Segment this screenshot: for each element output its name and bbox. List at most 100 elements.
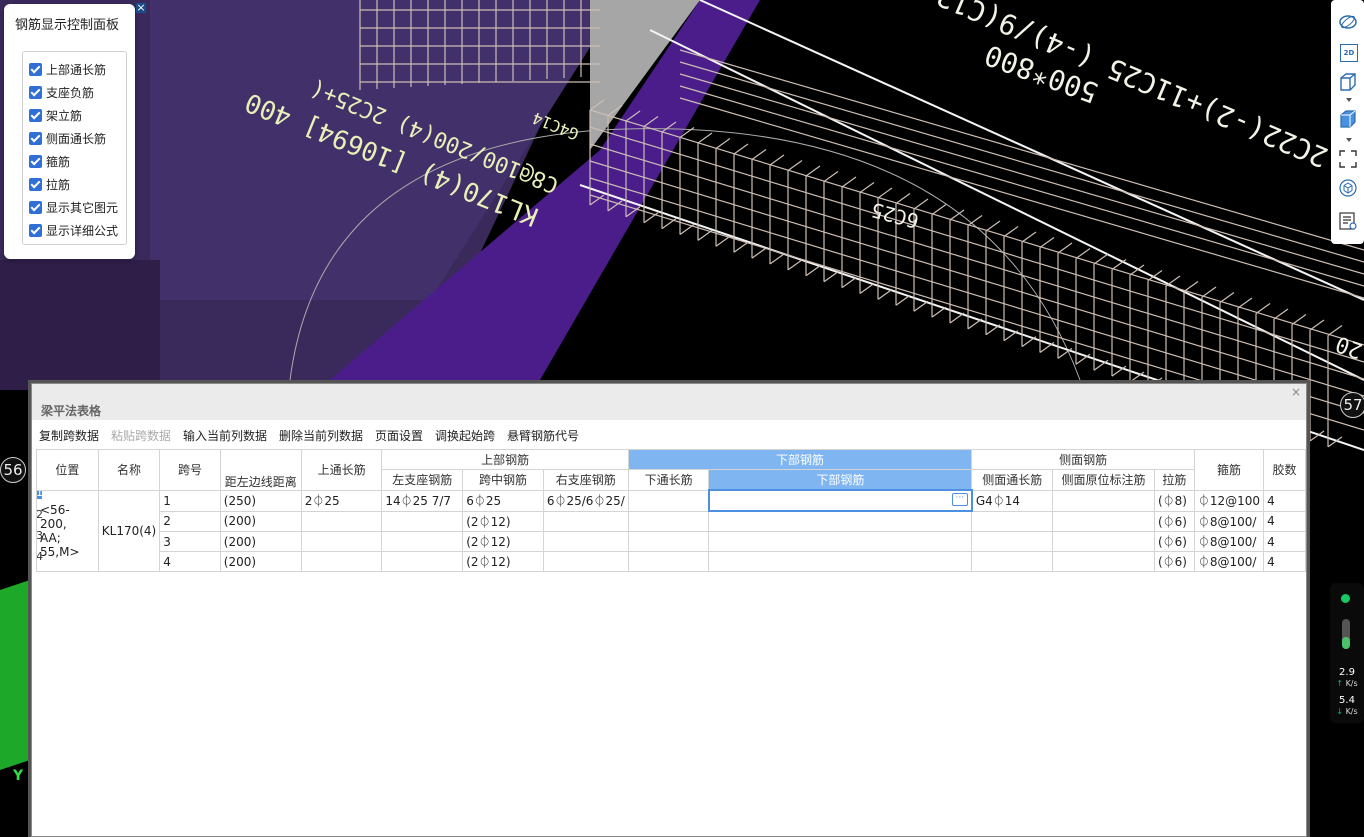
cell-left-dist[interactable]: (200) (219, 531, 302, 552)
cell-mid[interactable]: 6⏀25 (462, 489, 544, 512)
cell-top-cont[interactable] (300, 510, 383, 532)
close-icon[interactable]: × (1291, 385, 1301, 399)
cell-stirrup[interactable]: ⏀8@100/ (1193, 531, 1265, 552)
cell-bottom-cont[interactable] (627, 489, 710, 512)
cell-stirrup[interactable]: ⏀8@100/ (1193, 510, 1265, 532)
menu-item[interactable]: 悬臂钢筋代号 (507, 427, 579, 444)
cell-side-cont[interactable] (971, 531, 1054, 552)
cell-bottom-cont[interactable] (627, 551, 710, 572)
checkbox-checked-icon[interactable] (29, 131, 42, 145)
checkbox-checked-icon[interactable] (29, 62, 42, 76)
cell-bottom-bar[interactable] (708, 531, 973, 552)
grid-bubble-56: 56 (0, 457, 26, 483)
cell-top-cont[interactable]: 2⏀25 (300, 489, 383, 512)
2d-view-icon[interactable]: 2D (1340, 44, 1358, 62)
checkbox-item[interactable]: 上部通长筋 (29, 59, 106, 79)
cell-right-support[interactable] (542, 531, 629, 552)
dialog-titlebar[interactable]: 梁平法表格 × (32, 384, 1306, 420)
cell-side-cont[interactable]: G4⏀14 (971, 489, 1054, 512)
3d-box-icon[interactable] (1338, 72, 1358, 92)
checkbox-checked-icon[interactable] (29, 108, 42, 122)
cell-side-cont[interactable] (971, 551, 1054, 572)
3d-shaded-box-icon[interactable] (1338, 109, 1358, 129)
checkbox-checked-icon[interactable] (29, 200, 42, 214)
cell-position[interactable]: <56-200, AA; 55,M> (36, 489, 99, 572)
cell-tie[interactable]: (⏀6) (1153, 531, 1195, 552)
cell-bottom-cont[interactable] (627, 510, 710, 532)
cell-stirrup[interactable]: ⏀8@100/ (1193, 551, 1265, 572)
menu-item[interactable]: 粘贴跨数据 (111, 427, 171, 444)
cell-span[interactable]: 4 (159, 551, 221, 572)
cell-tie[interactable]: (⏀8) (1153, 489, 1195, 512)
cell-bottom-bar[interactable] (708, 551, 973, 572)
cell-span[interactable]: 2 (159, 510, 221, 532)
rebar-line (931, 306, 947, 318)
cell-limb[interactable]: 4 (1263, 531, 1306, 552)
cell-left-support[interactable] (381, 531, 464, 552)
table-row[interactable]: 3 (200) (2⏀12) (⏀6) ⏀8@100/4 (37, 531, 1306, 552)
cell-top-cont[interactable] (300, 531, 383, 552)
cell-name[interactable]: KL170(4) (97, 489, 161, 572)
table-row[interactable]: 4 (200) (2⏀12) (⏀6) ⏀8@100/4 (37, 551, 1306, 572)
rebar-line (1291, 314, 1307, 325)
checkbox-item[interactable]: 箍筋 (29, 151, 70, 171)
rebar-line (913, 300, 929, 312)
cell-side-orig[interactable] (1052, 551, 1155, 572)
cell-right-support[interactable] (542, 551, 629, 572)
checkbox-item[interactable]: 显示其它图元 (29, 197, 118, 217)
checkbox-item[interactable]: 架立筋 (29, 105, 82, 125)
cell-stirrup[interactable]: ⏀12@100 (1193, 489, 1265, 512)
table-row[interactable]: 2 (200) (2⏀12) (⏀6) ⏀8@100/4 (37, 510, 1306, 532)
menu-item[interactable]: 页面设置 (375, 427, 423, 444)
dialog-menu-bar: 复制跨数据 粘贴跨数据 输入当前列数据 删除当前列数据 页面设置 调换起始跨 悬臂钢筋代号 (32, 420, 1306, 448)
cell-bottom-cont[interactable] (627, 531, 710, 552)
checkbox-checked-icon[interactable] (29, 154, 42, 168)
cell-mid[interactable]: (2⏀12) (462, 551, 544, 572)
cell-left-dist[interactable]: (250) (219, 489, 302, 512)
cell-side-orig[interactable] (1052, 489, 1155, 512)
cell-tie[interactable]: (⏀6) (1153, 510, 1195, 532)
checkbox-checked-icon[interactable] (29, 223, 42, 237)
menu-item[interactable]: 输入当前列数据 (183, 427, 267, 444)
cube-view-icon[interactable] (1338, 178, 1358, 198)
cell-side-orig[interactable] (1052, 510, 1155, 532)
list-settings-icon[interactable] (1338, 211, 1358, 231)
fit-view-icon[interactable] (1338, 149, 1358, 169)
cell-side-cont[interactable] (971, 510, 1054, 532)
cell-right-support[interactable] (542, 510, 629, 532)
cell-span[interactable]: 1 (159, 489, 221, 512)
cell-bottom-bar[interactable] (708, 510, 973, 532)
cell-span[interactable]: 3 (159, 531, 221, 552)
cell-left-support[interactable] (381, 551, 464, 572)
ellipsis-button[interactable]: ··· (951, 493, 968, 506)
cell-mid[interactable]: (2⏀12) (462, 531, 544, 552)
checkbox-item[interactable]: 显示详细公式 (29, 220, 118, 240)
cell-side-orig[interactable] (1052, 531, 1155, 552)
cell-mid[interactable]: (2⏀12) (462, 510, 544, 532)
down-arrow-icon: ↓ (1336, 707, 1344, 716)
cell-limb[interactable]: 4 (1263, 551, 1306, 572)
cell-left-support[interactable] (381, 510, 464, 532)
cell-limb[interactable]: 4 (1263, 489, 1306, 512)
checkbox-checked-icon[interactable] (29, 85, 42, 99)
chevron-down-icon[interactable] (1346, 98, 1352, 102)
cell-left-dist[interactable]: (200) (219, 551, 302, 572)
checkbox-item[interactable]: 拉筋 (29, 174, 70, 194)
menu-item[interactable]: 删除当前列数据 (279, 427, 363, 444)
chevron-down-icon[interactable] (1346, 138, 1352, 142)
checkbox-item[interactable]: 支座负筋 (29, 82, 94, 102)
orbit-icon[interactable] (1338, 12, 1358, 32)
cell-limb[interactable]: 4 (1263, 510, 1306, 532)
checkbox-checked-icon[interactable] (29, 177, 42, 191)
menu-item[interactable]: 调换起始跨 (435, 427, 495, 444)
cell-left-support[interactable]: 14⏀25 7/7 (381, 489, 464, 512)
cell-top-cont[interactable] (300, 551, 383, 572)
checkbox-item[interactable]: 侧面通长筋 (29, 128, 106, 148)
cell-right-support[interactable]: 6⏀25/6⏀25/ (542, 489, 629, 512)
menu-item[interactable]: 复制跨数据 (39, 427, 99, 444)
table-row[interactable]: <56-200, AA; 55,M> KL170(4) 1 (250) 2⏀25 14⏀2… (36, 489, 1306, 572)
cell-tie[interactable]: (⏀6) (1153, 551, 1195, 572)
cell-left-dist[interactable]: (200) (219, 510, 302, 532)
close-icon[interactable]: × (136, 2, 146, 13)
cell-bottom-bar[interactable]: ··· (707, 489, 973, 512)
